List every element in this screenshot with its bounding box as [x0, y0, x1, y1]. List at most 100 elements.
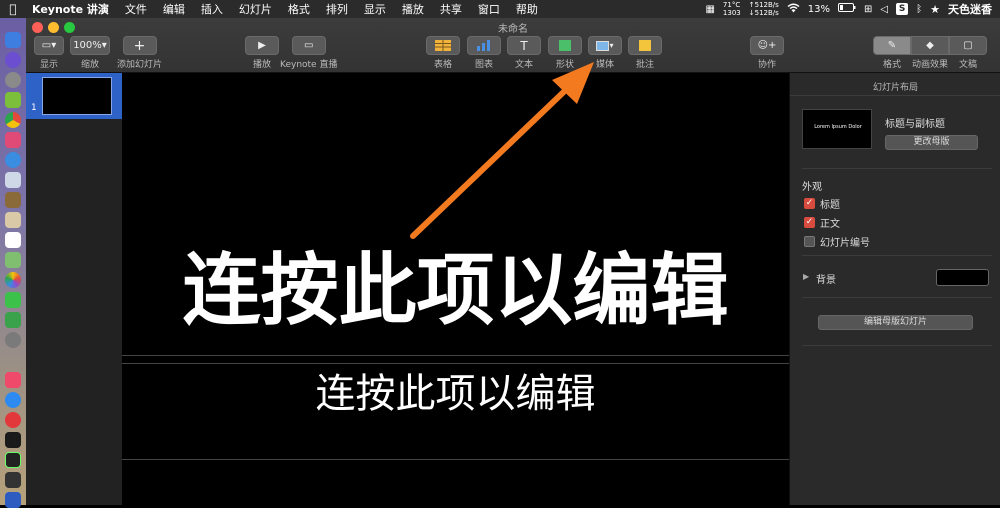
format-button[interactable]: ✎ [873, 36, 911, 55]
chrome-icon[interactable] [5, 112, 21, 128]
slide-title-placeholder[interactable]: 连按此项以编辑 [122, 246, 789, 336]
android-icon[interactable] [5, 92, 21, 108]
safari-icon[interactable] [5, 152, 21, 168]
calendar-app-icon[interactable] [5, 132, 21, 148]
wifi-icon[interactable] [787, 3, 800, 16]
add-slide-button[interactable]: + [122, 36, 157, 55]
photos-icon[interactable] [5, 272, 21, 288]
empty-checkbox-icon[interactable] [804, 236, 815, 247]
net-up-value: ↑512B/s [748, 1, 779, 9]
activity-monitor-icon[interactable] [5, 452, 21, 468]
input-method-icon[interactable]: ⊞ [864, 4, 872, 15]
view-button[interactable]: ▭▾ [34, 36, 64, 55]
alignment-guide [122, 459, 789, 460]
toolbar: 未命名 ▭▾ 显示 100% ▾ 缩放 + 添加幻灯片 ▶ 播放 ▭ Keyno… [26, 18, 1000, 73]
menu-view[interactable]: 显示 [356, 1, 394, 17]
background-color-well[interactable] [936, 269, 989, 286]
checkmark-icon[interactable]: ✓ [804, 198, 815, 209]
preview-icon[interactable] [5, 172, 21, 188]
window-grid-icon[interactable]: ▦ [705, 4, 714, 15]
temp-value: 71°C [722, 1, 741, 9]
bluetooth-icon[interactable]: ᛒ [916, 4, 922, 15]
media-button[interactable]: ▾ [588, 36, 622, 55]
menu-app-name[interactable]: Keynote 讲演 [26, 1, 117, 17]
media-image-icon [596, 40, 610, 51]
keynote-live-button[interactable]: ▭ [291, 36, 326, 55]
chart-button[interactable] [467, 36, 501, 55]
add-slide-label: 添加幻灯片 [117, 60, 163, 70]
maps-icon[interactable] [5, 252, 21, 268]
disclosure-triangle-icon[interactable]: ▶ [803, 272, 809, 281]
slide-thumbnail[interactable] [42, 77, 112, 115]
vivaldi-icon[interactable] [5, 412, 21, 428]
checkmark-icon[interactable]: ✓ [804, 217, 815, 228]
play-button[interactable]: ▶ [245, 36, 279, 55]
zoom-select[interactable]: 100% ▾ [70, 36, 110, 55]
table-button[interactable] [426, 36, 460, 55]
terminal-icon[interactable] [5, 432, 21, 448]
vpn-icon[interactable] [5, 492, 21, 508]
sogou-icon[interactable]: S [896, 3, 909, 15]
menu-format[interactable]: 格式 [280, 1, 318, 17]
battery-icon[interactable] [838, 3, 856, 15]
menu-play[interactable]: 播放 [394, 1, 432, 17]
layout-name: 标题与副标题 [885, 119, 945, 130]
apple-icon[interactable]:  [0, 2, 26, 16]
menu-insert[interactable]: 插入 [193, 1, 231, 17]
slide-number-checkbox-label: 幻灯片编号 [820, 238, 870, 249]
contacts-icon[interactable] [5, 212, 21, 228]
rpm-value: 1303 [722, 9, 741, 17]
console-icon[interactable] [5, 472, 21, 488]
layout-thumbnail[interactable]: Lorem Ipsum Dolor [802, 109, 872, 149]
slide-navigator: 1 [26, 73, 122, 505]
music-icon[interactable] [5, 372, 21, 388]
divider [790, 95, 1000, 96]
menu-share[interactable]: 共享 [432, 1, 470, 17]
star-icon[interactable]: ★ [930, 3, 940, 16]
text-button[interactable]: T [507, 36, 541, 55]
slide-number-checkbox-row[interactable]: 幻灯片编号 [804, 234, 870, 249]
comment-button[interactable] [628, 36, 662, 55]
slide-canvas[interactable]: 连按此项以编辑 连按此项以编辑 [122, 73, 789, 505]
document-button[interactable]: ▢ [949, 36, 987, 55]
table-label: 表格 [433, 60, 452, 70]
menu-help[interactable]: 帮助 [508, 1, 546, 17]
menu-arrange[interactable]: 排列 [318, 1, 356, 17]
shape-button[interactable] [548, 36, 582, 55]
text-label: 文本 [514, 60, 533, 70]
facetime-icon[interactable] [5, 312, 21, 328]
change-master-button[interactable]: 更改母版 [885, 135, 978, 150]
app-store-icon[interactable] [5, 392, 21, 408]
volume-icon[interactable]: ◁ [880, 4, 888, 15]
calendar-icon[interactable] [5, 232, 21, 248]
play-label: 播放 [252, 60, 271, 70]
messages-icon[interactable] [5, 292, 21, 308]
format-label: 格式 [882, 60, 901, 70]
finder-icon[interactable] [5, 32, 21, 48]
alignment-guide [122, 363, 789, 364]
menu-file[interactable]: 文件 [117, 1, 155, 17]
shape-icon [559, 40, 571, 51]
notes-app-icon[interactable] [5, 192, 21, 208]
battery-percent[interactable]: 13% [808, 4, 830, 15]
collaborate-button[interactable]: ☺+ [750, 36, 784, 55]
siri-icon[interactable] [5, 52, 21, 68]
system-prefs-icon[interactable] [5, 332, 21, 348]
animate-button[interactable]: ◆ [911, 36, 949, 55]
slide-number: 1 [31, 103, 37, 113]
menu-window[interactable]: 窗口 [470, 1, 508, 17]
menu-edit[interactable]: 编辑 [155, 1, 193, 17]
menu-slide[interactable]: 幻灯片 [231, 1, 280, 17]
launchpad-icon[interactable] [5, 72, 21, 88]
slide-body-placeholder[interactable]: 连按此项以编辑 [122, 369, 789, 419]
temp-readout[interactable]: 71°C 1303 [723, 1, 741, 17]
chart-icon [477, 40, 490, 51]
user-name[interactable]: 天色迷香 [948, 1, 992, 17]
edit-master-slide-button[interactable]: 编辑母版幻灯片 [818, 315, 973, 330]
title-checkbox-row[interactable]: ✓ 标题 [804, 196, 840, 211]
add-slide-control: + 添加幻灯片 [117, 36, 162, 70]
menu-bar:  Keynote 讲演 文件 编辑 插入 幻灯片 格式 排列 显示 播放 共享… [0, 0, 1000, 18]
comment-control: 批注 [628, 36, 662, 70]
network-readout[interactable]: ↑512B/s ↓512B/s [749, 1, 779, 17]
body-checkbox-row[interactable]: ✓ 正文 [804, 215, 840, 230]
